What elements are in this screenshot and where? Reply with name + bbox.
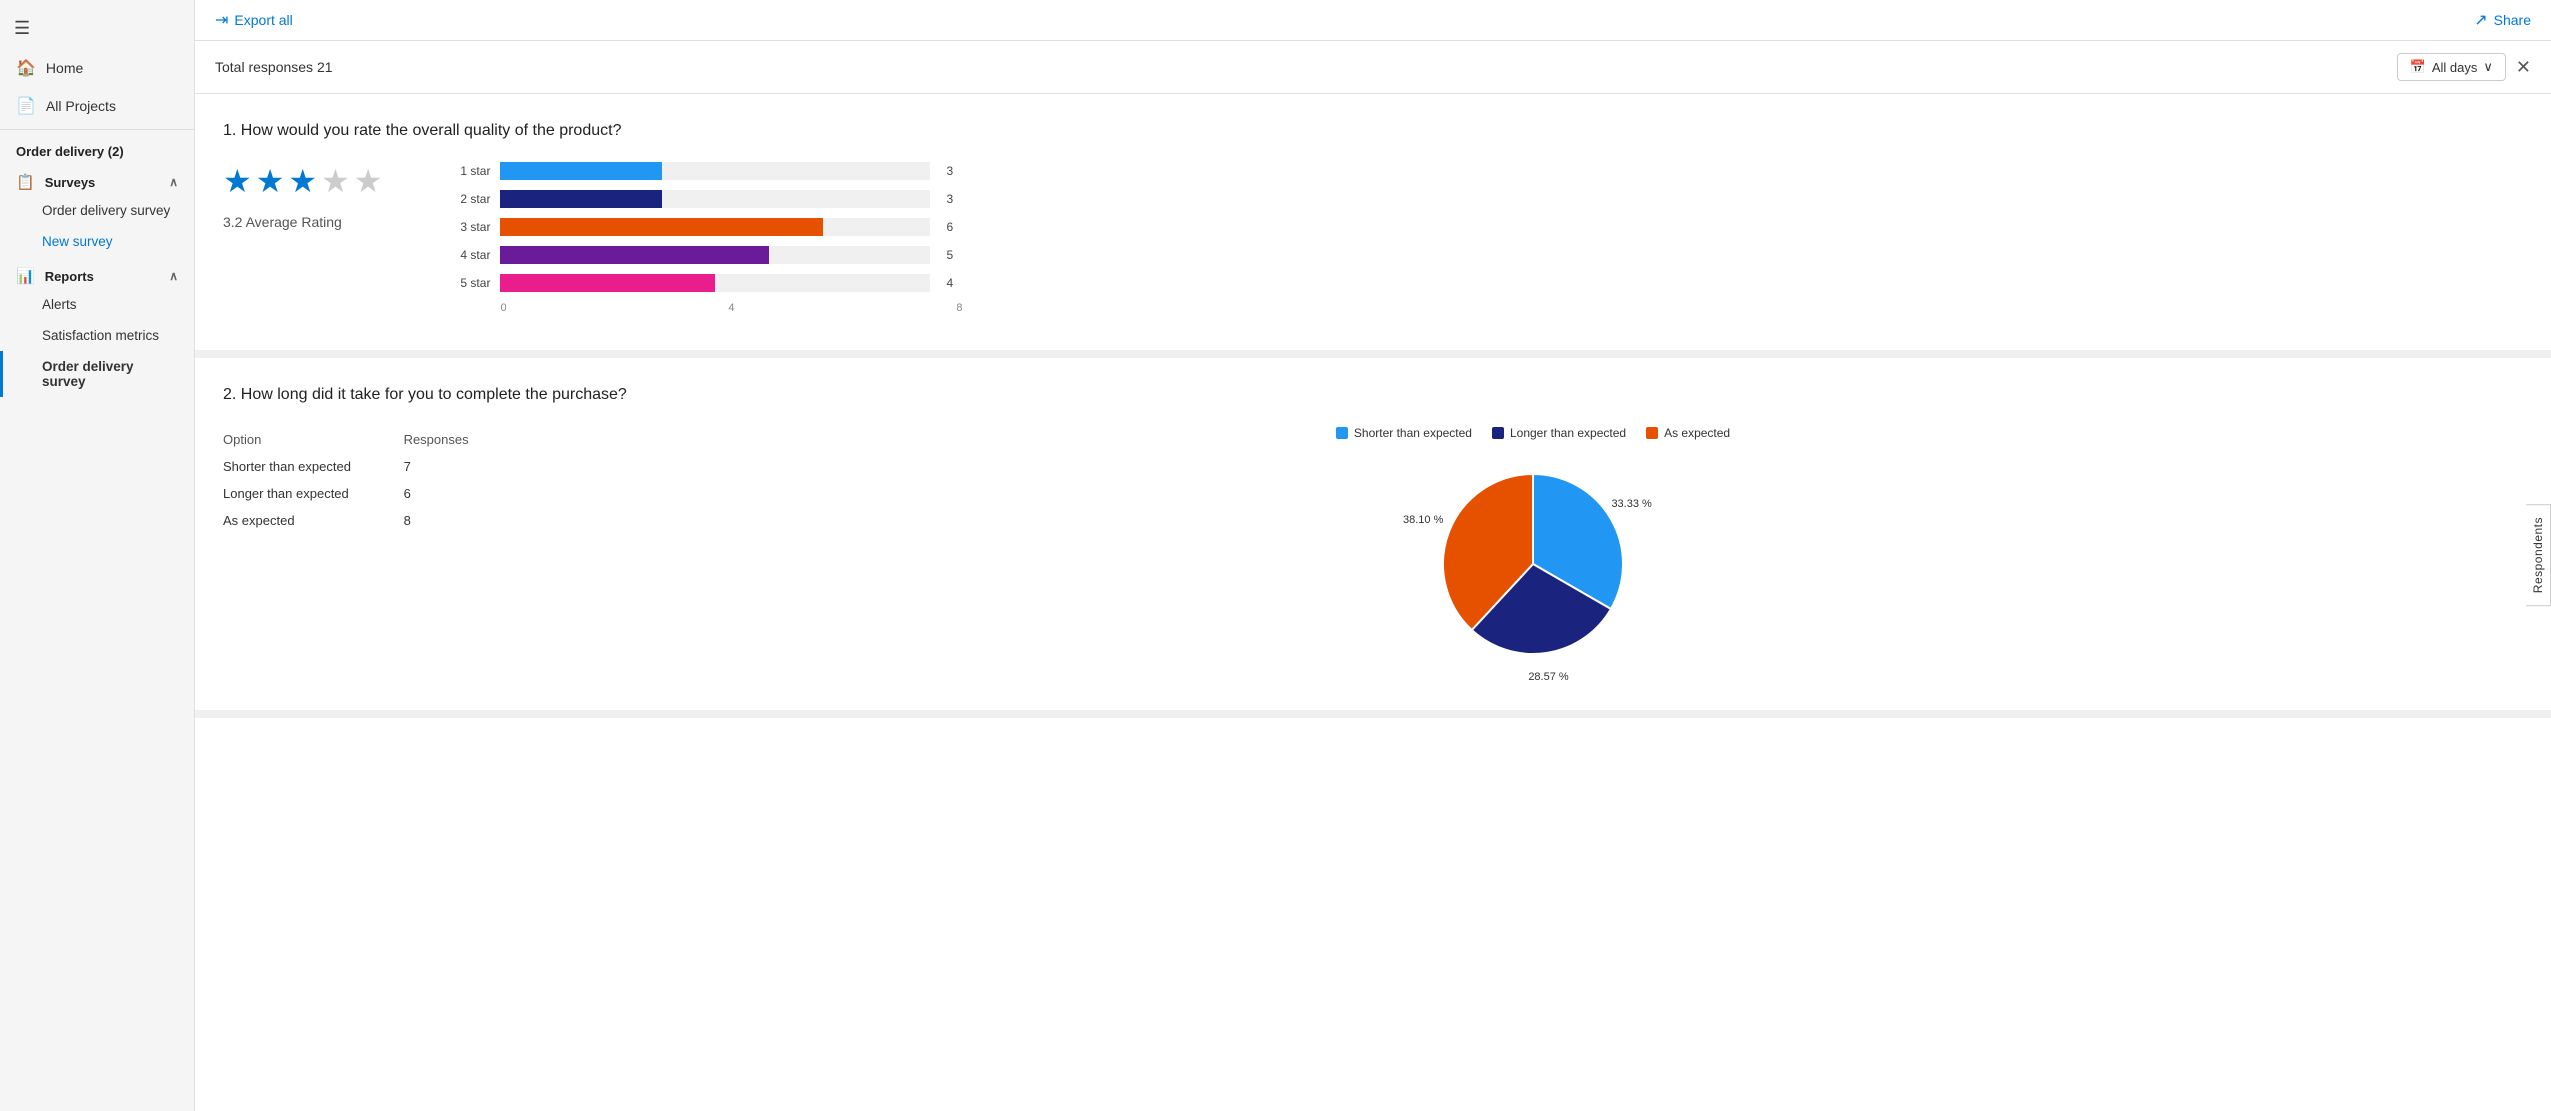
share-icon: ↗ bbox=[2474, 10, 2487, 30]
calendar-icon: 📅 bbox=[2410, 59, 2426, 75]
bar-label: 4 star bbox=[442, 248, 490, 262]
bar-count: 3 bbox=[946, 192, 962, 206]
content-area: 1. How would you rate the overall qualit… bbox=[195, 94, 2551, 1111]
toolbar: ⇥ Export all ↗ Share bbox=[195, 0, 2551, 41]
q2-table: Option Responses Shorter than expected7L… bbox=[223, 426, 503, 534]
star-display: ★ ★ ★ ★ ★ bbox=[223, 162, 382, 200]
avg-rating-label: 3.2 Average Rating bbox=[223, 214, 342, 230]
sidebar: ☰ 🏠 Home 📄 All Projects Order delivery (… bbox=[0, 0, 195, 1111]
table-row: Longer than expected6 bbox=[223, 480, 503, 507]
star-1: ★ bbox=[223, 162, 252, 200]
main-content: ⇥ Export all ↗ Share Total responses 21 … bbox=[195, 0, 2551, 1111]
bar-count: 6 bbox=[946, 220, 962, 234]
star-rating-section: ★ ★ ★ ★ ★ 3.2 Average Rating bbox=[223, 162, 382, 230]
bar-count: 3 bbox=[946, 164, 962, 178]
q1-bar-chart: 1 star 3 2 star 3 3 star 6 4 star 5 5 st… bbox=[442, 162, 962, 314]
responses-cell: 7 bbox=[404, 453, 503, 480]
respondents-tab[interactable]: Respondents bbox=[2526, 504, 2551, 606]
sidebar-item-alerts[interactable]: Alerts bbox=[0, 289, 194, 320]
sidebar-item-order-delivery-survey-report[interactable]: Order delivery survey bbox=[0, 351, 194, 397]
bar-row: 2 star 3 bbox=[442, 190, 962, 208]
responses-cell: 6 bbox=[404, 480, 503, 507]
home-icon: 🏠 bbox=[16, 58, 36, 78]
surveys-chevron: ∧ bbox=[169, 175, 178, 189]
total-responses-label: Total responses 21 bbox=[215, 59, 333, 75]
subheader: Total responses 21 📅 All days ∨ ✕ bbox=[195, 41, 2551, 94]
legend-shorter: Shorter than expected bbox=[1336, 426, 1472, 440]
sidebar-item-new-survey[interactable]: New survey bbox=[0, 226, 194, 257]
legend-as-expected: As expected bbox=[1646, 426, 1730, 440]
all-days-filter[interactable]: 📅 All days ∨ bbox=[2397, 53, 2506, 81]
sidebar-item-order-delivery-survey[interactable]: Order delivery survey bbox=[0, 195, 194, 226]
bar-row: 5 star 4 bbox=[442, 274, 962, 292]
option-cell: Longer than expected bbox=[223, 480, 404, 507]
pie-legend: Shorter than expected Longer than expect… bbox=[1336, 426, 1730, 440]
legend-longer: Longer than expected bbox=[1492, 426, 1626, 440]
bar-label: 3 star bbox=[442, 220, 490, 234]
bar-track bbox=[500, 274, 930, 292]
bar-label: 5 star bbox=[442, 276, 490, 290]
q2-content: Option Responses Shorter than expected7L… bbox=[223, 426, 2523, 674]
question-2-block: 2. How long did it take for you to compl… bbox=[195, 358, 2551, 718]
pie-chart-svg bbox=[1423, 454, 1643, 674]
bar-row: 1 star 3 bbox=[442, 162, 962, 180]
bar-track bbox=[500, 162, 930, 180]
star-5: ★ bbox=[354, 162, 383, 200]
col-responses: Responses bbox=[404, 426, 503, 453]
bar-row: 3 star 6 bbox=[442, 218, 962, 236]
bar-fill bbox=[500, 162, 661, 180]
bar-track bbox=[500, 218, 930, 236]
reports-chevron: ∧ bbox=[169, 269, 178, 283]
survey-icon: 📋 bbox=[16, 173, 35, 191]
export-icon: ⇥ bbox=[215, 10, 228, 30]
question-2-title: 2. How long did it take for you to compl… bbox=[223, 386, 2523, 404]
bar-label: 1 star bbox=[442, 164, 490, 178]
chart-axis: 0 4 8 bbox=[500, 302, 962, 314]
pie-chart-section: Shorter than expected Longer than expect… bbox=[543, 426, 2523, 674]
export-all-button[interactable]: ⇥ Export all bbox=[215, 10, 293, 30]
question-1-block: 1. How would you rate the overall qualit… bbox=[195, 94, 2551, 358]
sidebar-item-satisfaction-metrics[interactable]: Satisfaction metrics bbox=[0, 320, 194, 351]
bar-fill bbox=[500, 190, 661, 208]
option-cell: Shorter than expected bbox=[223, 453, 404, 480]
projects-icon: 📄 bbox=[16, 96, 36, 116]
bar-track bbox=[500, 190, 930, 208]
hamburger-icon[interactable]: ☰ bbox=[0, 8, 194, 49]
share-button[interactable]: ↗ Share bbox=[2474, 10, 2531, 30]
reports-icon: 📊 bbox=[16, 267, 35, 285]
col-option: Option bbox=[223, 426, 404, 453]
surveys-section-header[interactable]: 📋 Surveys ∧ bbox=[0, 163, 194, 195]
star-4: ★ bbox=[321, 162, 350, 200]
question-1-title: 1. How would you rate the overall qualit… bbox=[223, 122, 2523, 140]
bar-count: 4 bbox=[946, 276, 962, 290]
bar-fill bbox=[500, 274, 715, 292]
reports-section-header[interactable]: 📊 Reports ∧ bbox=[0, 257, 194, 289]
bar-fill bbox=[500, 218, 823, 236]
bar-fill bbox=[500, 246, 769, 264]
star-2: ★ bbox=[256, 162, 285, 200]
bar-row: 4 star 5 bbox=[442, 246, 962, 264]
sidebar-item-home[interactable]: 🏠 Home bbox=[0, 49, 194, 87]
order-delivery-header: Order delivery (2) bbox=[0, 134, 194, 163]
bar-track bbox=[500, 246, 930, 264]
bar-count: 5 bbox=[946, 248, 962, 262]
option-cell: As expected bbox=[223, 507, 404, 534]
respondents-sidebar: Respondents bbox=[2526, 0, 2551, 1111]
table-row: Shorter than expected7 bbox=[223, 453, 503, 480]
sidebar-item-all-projects[interactable]: 📄 All Projects bbox=[0, 87, 194, 125]
table-row: As expected8 bbox=[223, 507, 503, 534]
chevron-down-icon: ∨ bbox=[2483, 59, 2493, 75]
bar-label: 2 star bbox=[442, 192, 490, 206]
star-3: ★ bbox=[288, 162, 317, 200]
responses-cell: 8 bbox=[404, 507, 503, 534]
